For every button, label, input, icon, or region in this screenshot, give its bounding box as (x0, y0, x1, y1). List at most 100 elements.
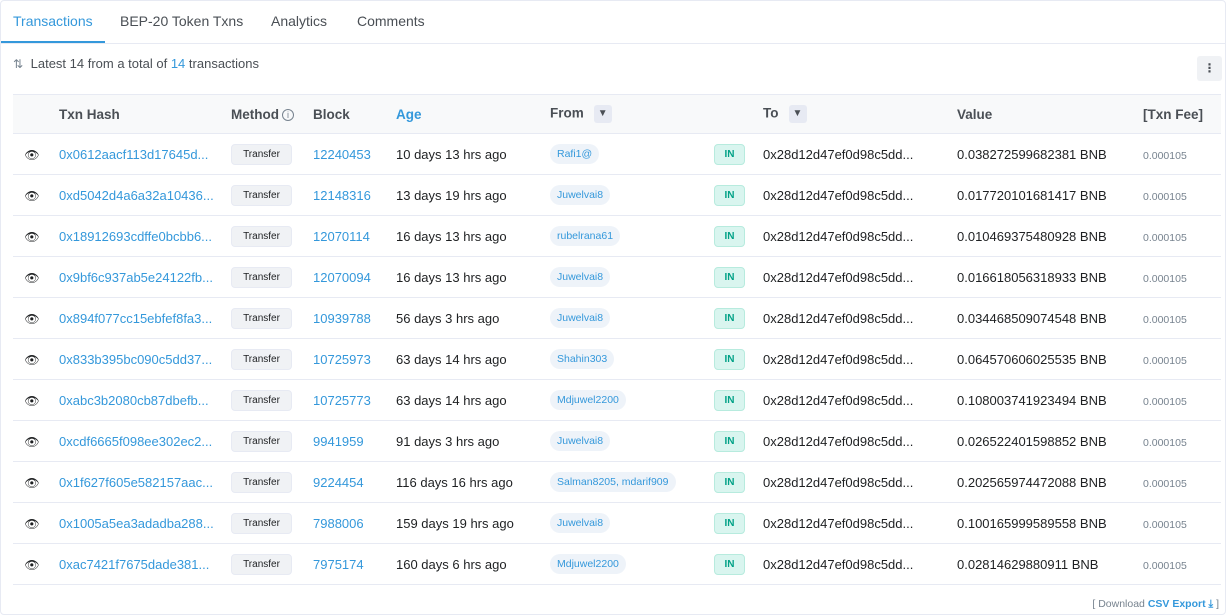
value-text: 0.038272599682381 BNB (957, 146, 1107, 162)
from-address-link[interactable]: Mdjuwel2200 (550, 390, 626, 410)
column-txn-hash: Txn Hash (59, 106, 120, 122)
value-text: 0.02814629880911 BNB (957, 556, 1099, 572)
to-address-text: 0x28d12d47ef0d98c5dd... (763, 187, 914, 203)
info-icon[interactable]: i (282, 108, 294, 121)
txn-fee-text: 0.000105 (1143, 190, 1187, 203)
from-address-link[interactable]: Rafi1@ (550, 144, 600, 164)
from-address-link[interactable]: rubelrana61 (550, 226, 621, 246)
value-text: 0.026522401598852 BNB (957, 433, 1107, 449)
block-link[interactable]: 12148316 (313, 188, 371, 203)
to-address-text: 0x28d12d47ef0d98c5dd... (763, 310, 914, 326)
age-text: 91 days 3 hrs ago (396, 433, 500, 449)
eye-icon[interactable]: 👁 (24, 394, 40, 408)
txn-hash-link[interactable]: 0x18912693cdffe0bcbb6... (59, 229, 214, 244)
block-link[interactable]: 7975174 (313, 557, 364, 572)
eye-icon[interactable]: 👁 (24, 271, 40, 285)
block-link[interactable]: 10725973 (313, 352, 371, 367)
txn-hash-link[interactable]: 0x894f077cc15ebfef8fa3... (59, 311, 214, 326)
eye-icon[interactable]: 👁 (24, 353, 40, 367)
table-header-row: Txn Hash Method i Block Age From ▼ To ▼ Val… (13, 94, 1221, 134)
txn-hash-link[interactable]: 0x1005a5ea3adadba288... (59, 516, 214, 531)
direction-badge: IN (714, 430, 745, 452)
transactions-summary: ⇅ Latest 14 from a total of 14 transacti… (13, 56, 260, 72)
txn-fee-text: 0.000105 (1143, 559, 1187, 572)
transactions-card: Transactions BEP-20 Token Txns Analytics… (0, 0, 1226, 615)
more-vertical-icon: ⋮ (1203, 61, 1216, 75)
from-address-link[interactable]: Mdjuwel2200 (550, 554, 626, 574)
eye-icon[interactable]: 👁 (24, 476, 40, 490)
block-link[interactable]: 7988006 (313, 516, 364, 531)
to-address-text: 0x28d12d47ef0d98c5dd... (763, 351, 914, 367)
method-badge: Transfer (231, 389, 292, 411)
txn-hash-link[interactable]: 0xabc3b2080cb87dbefb... (59, 393, 214, 408)
tab-comments[interactable]: Comments (345, 1, 437, 43)
txn-hash-link[interactable]: 0xac7421f7675dade381... (59, 557, 214, 572)
value-text: 0.017720101681417 BNB (957, 187, 1107, 203)
from-address-link[interactable]: Juwelvai8 (550, 185, 611, 205)
total-count-link[interactable]: 14 (171, 56, 185, 71)
table-row: 👁 0x0612aacf113d17645d... Transfer 12240453… (13, 134, 1221, 175)
value-text: 0.016618056318933 BNB (957, 269, 1107, 285)
method-badge: Transfer (231, 143, 292, 165)
from-address-link[interactable]: Salman8205, mdarif909 (550, 472, 676, 492)
direction-badge: IN (714, 184, 745, 206)
sort-icon: ⇅ (13, 57, 24, 71)
from-address-link[interactable]: Juwelvai8 (550, 513, 611, 533)
block-link[interactable]: 10939788 (313, 311, 371, 326)
column-age[interactable]: Age (396, 95, 550, 134)
to-address-text: 0x28d12d47ef0d98c5dd... (763, 433, 914, 449)
eye-icon[interactable]: 👁 (24, 517, 40, 531)
txn-fee-text: 0.000105 (1143, 354, 1187, 367)
from-address-link[interactable]: Juwelvai8 (550, 308, 611, 328)
method-badge: Transfer (231, 512, 292, 534)
txn-hash-link[interactable]: 0xd5042d4a6a32a10436... (59, 188, 214, 203)
eye-icon[interactable]: 👁 (24, 312, 40, 326)
value-text: 0.108003741923494 BNB (957, 392, 1107, 408)
tab-analytics[interactable]: Analytics (259, 1, 339, 43)
eye-icon[interactable]: 👁 (24, 558, 40, 572)
table-row: 👁 0x18912693cdffe0bcbb6... Transfer 1207011… (13, 216, 1221, 257)
age-text: 116 days 16 hrs ago (396, 474, 513, 490)
txn-hash-link[interactable]: 0x9bf6c937ab5e24122fb... (59, 270, 214, 285)
column-method: Method i (231, 95, 313, 134)
csv-export-link[interactable]: CSV Export (1148, 598, 1206, 610)
table-row: 👁 0xac7421f7675dade381... Transfer 7975174 1… (13, 544, 1221, 585)
direction-badge: IN (714, 471, 745, 493)
more-options-button[interactable]: ⋮ (1197, 56, 1222, 81)
eye-icon[interactable]: 👁 (24, 189, 40, 203)
direction-badge: IN (714, 553, 745, 575)
from-address-link[interactable]: Juwelvai8 (550, 267, 611, 287)
age-text: 13 days 19 hrs ago (396, 187, 507, 203)
eye-icon[interactable]: 👁 (24, 435, 40, 449)
filter-icon[interactable]: ▼ (593, 105, 612, 123)
txn-hash-link[interactable]: 0x833b395bc090c5dd37... (59, 352, 214, 367)
from-address-link[interactable]: Shahin303 (550, 349, 615, 369)
block-link[interactable]: 9941959 (313, 434, 364, 449)
tab-bep20-token-txns[interactable]: BEP-20 Token Txns (108, 1, 255, 43)
method-badge: Transfer (231, 266, 292, 288)
eye-icon[interactable]: 👁 (24, 230, 40, 244)
table-row: 👁 0x1f627f605e582157aac... Transfer 9224454… (13, 462, 1221, 503)
tab-bar: Transactions BEP-20 Token Txns Analytics… (1, 1, 1225, 44)
table-row: 👁 0xcdf6665f098ee302ec2... Transfer 9941959… (13, 421, 1221, 462)
to-address-text: 0x28d12d47ef0d98c5dd... (763, 556, 914, 572)
block-link[interactable]: 12070094 (313, 270, 371, 285)
value-text: 0.100165999589558 BNB (957, 515, 1107, 531)
column-txn-fee[interactable]: [Txn Fee] (1143, 95, 1221, 134)
txn-hash-link[interactable]: 0x0612aacf113d17645d... (59, 147, 214, 162)
block-link[interactable]: 12070114 (313, 229, 370, 244)
txn-hash-link[interactable]: 0xcdf6665f098ee302ec2... (59, 434, 214, 449)
table-row: 👁 0x894f077cc15ebfef8fa3... Transfer 109397… (13, 298, 1221, 339)
from-address-link[interactable]: Juwelvai8 (550, 431, 611, 451)
value-text: 0.010469375480928 BNB (957, 228, 1107, 244)
age-text: 16 days 13 hrs ago (396, 269, 507, 285)
value-text: 0.202565974472088 BNB (957, 474, 1107, 490)
txn-hash-link[interactable]: 0x1f627f605e582157aac... (59, 475, 214, 490)
block-link[interactable]: 12240453 (313, 147, 371, 162)
eye-icon[interactable]: 👁 (24, 148, 40, 162)
filter-icon[interactable]: ▼ (788, 105, 807, 123)
to-address-text: 0x28d12d47ef0d98c5dd... (763, 515, 914, 531)
tab-transactions[interactable]: Transactions (1, 1, 105, 43)
block-link[interactable]: 10725773 (313, 393, 371, 408)
block-link[interactable]: 9224454 (313, 475, 364, 490)
